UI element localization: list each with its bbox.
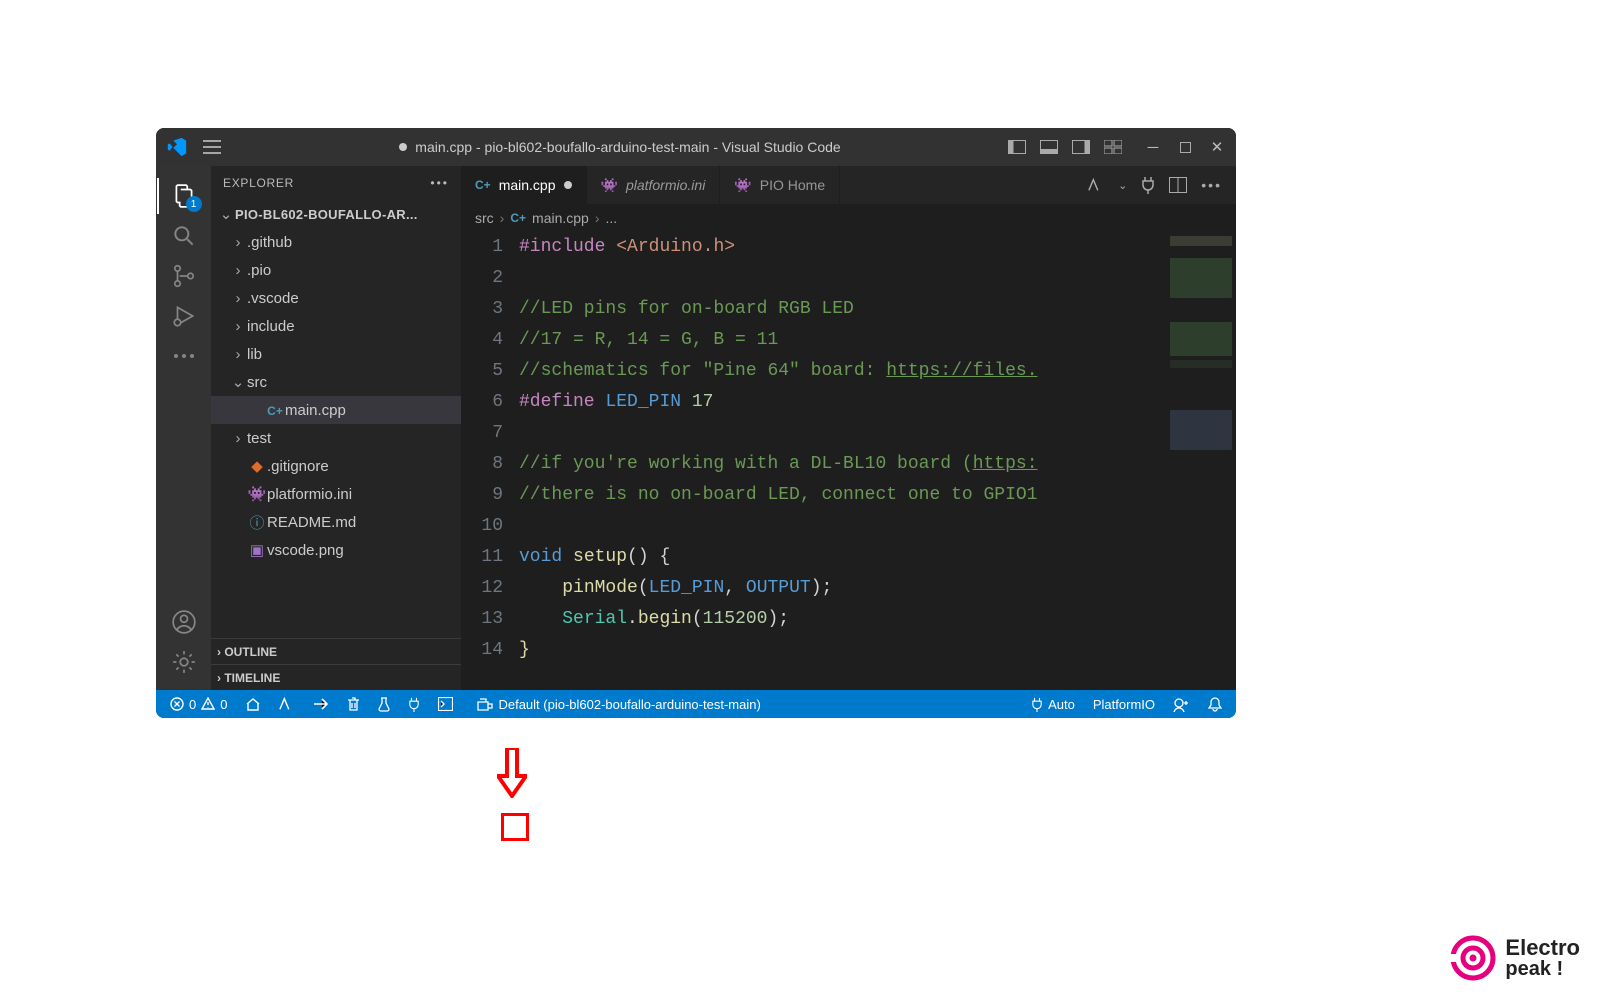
- chevron-icon: ›: [229, 262, 247, 279]
- tab-main-cpp[interactable]: C+main.cpp: [461, 166, 587, 204]
- status-env[interactable]: Default (pio-bl602-boufallo-arduino-test…: [471, 690, 766, 718]
- status-problems[interactable]: 0 0: [164, 690, 233, 718]
- activity-accounts[interactable]: [168, 602, 200, 642]
- folder-.pio[interactable]: ›.pio: [211, 256, 461, 284]
- layout-controls: ─ ✕: [1008, 138, 1226, 156]
- annotation-highlight: [501, 813, 529, 841]
- activity-scm[interactable]: [168, 256, 200, 296]
- activity-bar: 1: [156, 166, 211, 690]
- code-editor[interactable]: 1234567891011121314 #include <Arduino.h>…: [461, 232, 1236, 690]
- file-.gitignore[interactable]: ◆.gitignore: [211, 452, 461, 480]
- file-icon: 👾: [247, 485, 267, 503]
- status-platformio[interactable]: PlatformIO: [1087, 690, 1161, 718]
- editor-tabs: C+main.cpp👾platformio.ini👾PIO Home ⌄ •••: [461, 166, 1236, 204]
- toggle-panel-icon[interactable]: [1040, 138, 1058, 156]
- sidebar: EXPLORER ••• ⌄ PIO-BL602-BOUFALLO-AR... …: [211, 166, 461, 690]
- file-README.md[interactable]: ⓘREADME.md: [211, 508, 461, 536]
- status-home-icon[interactable]: [239, 690, 267, 718]
- plug-icon[interactable]: [1141, 176, 1155, 194]
- file-main.cpp[interactable]: C+main.cpp: [211, 396, 461, 424]
- titlebar: main.cpp - pio-bl602-boufallo-arduino-te…: [156, 128, 1236, 166]
- chevron-icon: ⌄: [229, 373, 247, 391]
- folder-test[interactable]: ›test: [211, 424, 461, 452]
- modified-dot-icon: [399, 143, 407, 151]
- line-gutter: 1234567891011121314: [461, 232, 519, 690]
- folder-lib[interactable]: ›lib: [211, 340, 461, 368]
- activity-search[interactable]: [168, 216, 200, 256]
- file-vscode.png[interactable]: ▣vscode.png: [211, 536, 461, 564]
- status-build-icon[interactable]: [273, 690, 301, 718]
- status-port[interactable]: Auto: [1025, 690, 1081, 718]
- editor-area: C+main.cpp👾platformio.ini👾PIO Home ⌄ •••…: [461, 166, 1236, 690]
- vscode-window: main.cpp - pio-bl602-boufallo-arduino-te…: [156, 128, 1236, 718]
- chevron-icon: ›: [229, 430, 247, 447]
- timeline-section[interactable]: › TIMELINE: [211, 664, 461, 690]
- sidebar-header: EXPLORER •••: [211, 166, 461, 200]
- tab-actions: ⌄ •••: [1088, 166, 1236, 204]
- electropeak-logo: Electro peak !: [1449, 934, 1580, 982]
- folder-include[interactable]: ›include: [211, 312, 461, 340]
- folder-src[interactable]: ⌄src: [211, 368, 461, 396]
- chevron-icon: ›: [229, 318, 247, 335]
- window-title: main.cpp - pio-bl602-boufallo-arduino-te…: [232, 139, 1008, 155]
- run-code-icon[interactable]: [1088, 178, 1104, 192]
- file-platformio.ini[interactable]: 👾platformio.ini: [211, 480, 461, 508]
- tab-pio-home[interactable]: 👾PIO Home: [720, 166, 840, 204]
- toggle-sidebar-icon[interactable]: [1008, 138, 1026, 156]
- chevron-down-icon[interactable]: ⌄: [1118, 179, 1127, 192]
- sidebar-title: EXPLORER: [223, 176, 294, 190]
- status-serial-icon[interactable]: [402, 690, 426, 718]
- activity-more[interactable]: [168, 336, 200, 376]
- folder-.github[interactable]: ›.github: [211, 228, 461, 256]
- chevron-down-icon: ⌄: [217, 205, 235, 223]
- minimap[interactable]: [1166, 232, 1236, 690]
- status-terminal-icon[interactable]: [432, 690, 459, 718]
- chevron-icon: ›: [229, 234, 247, 251]
- file-tree: ⌄ PIO-BL602-BOUFALLO-AR... ›.github›.pio…: [211, 200, 461, 638]
- maximize-icon[interactable]: [1176, 138, 1194, 156]
- minimize-icon[interactable]: ─: [1144, 138, 1162, 156]
- status-bar: 0 0 Default (pio-bl602-boufallo-arduino-…: [156, 690, 1236, 718]
- folder-.vscode[interactable]: ›.vscode: [211, 284, 461, 312]
- split-editor-icon[interactable]: [1169, 177, 1187, 193]
- chevron-icon: ›: [229, 346, 247, 363]
- activity-settings[interactable]: [168, 642, 200, 682]
- outline-section[interactable]: › OUTLINE: [211, 638, 461, 664]
- status-feedback-icon[interactable]: [1167, 690, 1196, 718]
- chevron-icon: ›: [229, 290, 247, 307]
- cpp-icon: C+: [510, 211, 526, 225]
- customize-layout-icon[interactable]: [1104, 138, 1122, 156]
- sidebar-more-icon[interactable]: •••: [430, 176, 449, 190]
- annotation-arrow: [497, 748, 527, 798]
- file-icon: ◆: [247, 457, 267, 475]
- vscode-logo-icon: [166, 136, 188, 158]
- more-actions-icon[interactable]: •••: [1201, 177, 1222, 193]
- file-icon: ⓘ: [247, 512, 267, 533]
- explorer-badge: 1: [186, 196, 202, 212]
- activity-explorer[interactable]: 1: [168, 176, 200, 216]
- menu-icon[interactable]: [202, 138, 222, 156]
- activity-run[interactable]: [168, 296, 200, 336]
- electropeak-logo-icon: [1449, 934, 1497, 982]
- toggle-secondary-icon[interactable]: [1072, 138, 1090, 156]
- status-bell-icon[interactable]: [1202, 690, 1228, 718]
- project-root[interactable]: ⌄ PIO-BL602-BOUFALLO-AR...: [211, 200, 461, 228]
- tab-platformio-ini[interactable]: 👾platformio.ini: [587, 166, 721, 204]
- modified-dot-icon: [564, 181, 572, 189]
- breadcrumb[interactable]: src› C+ main.cpp› ...: [461, 204, 1236, 232]
- status-upload-icon[interactable]: [307, 690, 335, 718]
- file-icon: C+: [265, 402, 285, 419]
- file-icon: ▣: [247, 541, 267, 559]
- code-lines[interactable]: #include <Arduino.h> //LED pins for on-b…: [519, 232, 1166, 690]
- status-clean-icon[interactable]: [341, 690, 366, 718]
- close-icon[interactable]: ✕: [1208, 138, 1226, 156]
- status-test-icon[interactable]: [372, 690, 396, 718]
